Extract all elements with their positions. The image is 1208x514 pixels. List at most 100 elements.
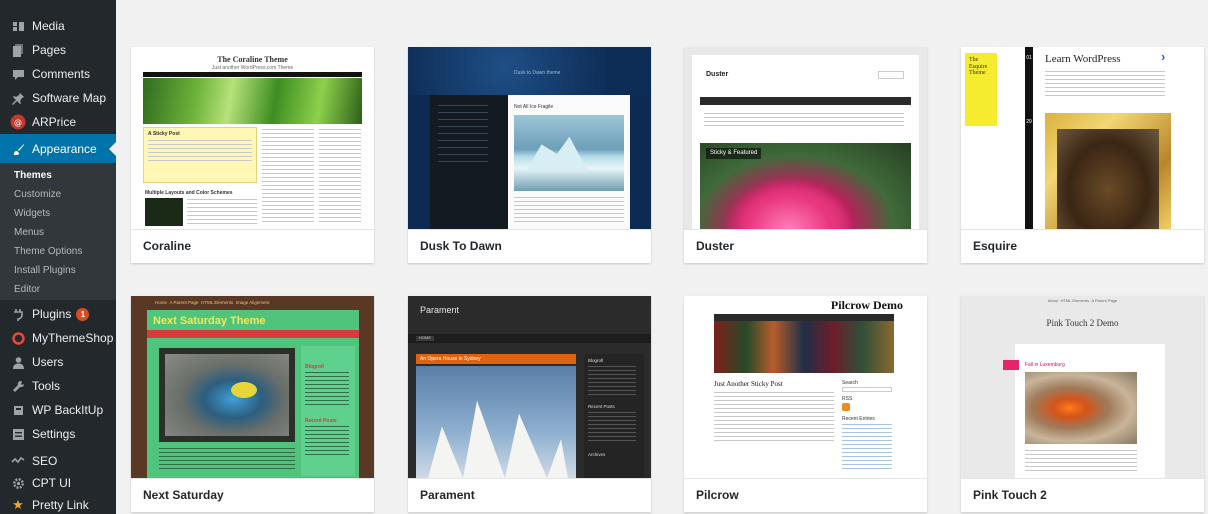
- theme-screenshot: About HTML Elements A Parent Page Pink T…: [961, 296, 1204, 478]
- theme-card-coraline[interactable]: The Coraline Theme Just another WordPres…: [131, 47, 374, 263]
- theme-screenshot: Duster Sticky & Featured: [684, 47, 927, 229]
- sidebar-item-plugins[interactable]: Plugins 1: [0, 302, 116, 326]
- sidebar-item-comments[interactable]: Comments: [0, 62, 116, 86]
- preview-widget1: Blogroll: [588, 358, 604, 363]
- sidebar-item-label: Pretty Link: [32, 498, 89, 512]
- wp-admin-screen: Media Pages Comments Software Map @ ARPr…: [0, 0, 1208, 514]
- sidebar-item-pages[interactable]: Pages: [0, 38, 116, 62]
- preview-title: Learn WordPress: [1045, 53, 1121, 65]
- admin-sidebar: Media Pages Comments Software Map @ ARPr…: [0, 0, 116, 514]
- sidebar-item-label: Plugins: [32, 307, 72, 321]
- theme-card-dusk-to-dawn[interactable]: Dusk to Dawn theme Not All Ice Fragile D…: [408, 47, 651, 263]
- theme-screenshot: Pilcrow Demo Just Another Sticky Post Se…: [684, 296, 927, 478]
- preview-title: Pink Touch 2 Demo: [1046, 318, 1119, 328]
- comments-icon: [10, 66, 26, 82]
- preview-post-title: Fall in Luxemburg: [1025, 362, 1065, 368]
- theme-name: Duster: [684, 229, 927, 263]
- preview-widget3: Recent Entries: [842, 416, 875, 422]
- theme-card-duster[interactable]: Duster Sticky & Featured Duster: [684, 47, 927, 263]
- submenu-install-plugins[interactable]: Install Plugins: [0, 261, 116, 280]
- preview-widget1: Search: [842, 380, 858, 386]
- submenu-customize[interactable]: Customize: [0, 185, 116, 204]
- gear-icon: [10, 475, 26, 491]
- update-count-badge: 1: [76, 307, 90, 321]
- preview-post-title: A Sticky Post: [148, 131, 180, 137]
- sidebar-item-label: Software Map: [32, 91, 107, 105]
- sidebar-item-label: MyThemeShop: [32, 331, 114, 345]
- sidebar-item-label: Media: [32, 19, 65, 33]
- theme-name: Parament: [408, 478, 651, 512]
- submenu-editor[interactable]: Editor: [0, 280, 116, 299]
- theme-card-pilcrow[interactable]: Pilcrow Demo Just Another Sticky Post Se…: [684, 296, 927, 512]
- sidebar-item-wp-backitup[interactable]: WP BackItUp: [0, 398, 116, 422]
- sidebar-item-label: Users: [32, 355, 64, 369]
- sidebar-item-label: WP BackItUp: [32, 403, 104, 417]
- sidebar-item-settings[interactable]: Settings: [0, 422, 116, 446]
- wrench-icon: [10, 378, 26, 394]
- preview-nav: Home A Parent Page HTML Elements Image A…: [155, 300, 270, 305]
- sidebar-item-label: CPT UI: [32, 476, 72, 490]
- sidebar-item-label: Comments: [32, 67, 91, 81]
- theme-name: Next Saturday: [131, 478, 374, 512]
- sidebar-item-label: Tools: [32, 379, 61, 393]
- theme-screenshot: The Coraline Theme Just another WordPres…: [131, 47, 374, 229]
- media-icon: [10, 18, 26, 34]
- theme-name: Dusk To Dawn: [408, 229, 651, 263]
- appearance-submenu: Themes Customize Widgets Menus Theme Opt…: [0, 163, 116, 300]
- sidebar-item-users[interactable]: Users: [0, 350, 116, 374]
- pin-icon: [10, 90, 26, 106]
- sidebar-item-mythemeshop[interactable]: MyThemeShop: [0, 326, 116, 350]
- submenu-themes[interactable]: Themes: [0, 166, 116, 185]
- sidebar-item-label: ARPrice: [32, 115, 77, 129]
- theme-screenshot: Dusk to Dawn theme Not All Ice Fragile: [408, 47, 651, 229]
- preview-date2: 29: [1026, 119, 1032, 125]
- sidebar-item-cpt-ui[interactable]: CPT UI: [0, 471, 116, 495]
- theme-name: Pink Touch 2: [961, 478, 1204, 512]
- seo-icon: [10, 453, 26, 469]
- sidebar-item-label: Appearance: [32, 142, 97, 156]
- sidebar-item-tools[interactable]: Tools: [0, 374, 116, 398]
- chevron-right-icon: ›: [1161, 49, 1166, 64]
- theme-card-next-saturday[interactable]: Home A Parent Page HTML Elements Image A…: [131, 296, 374, 512]
- preview-widget2: Recent Posts: [588, 404, 615, 409]
- preview-sidebar-heading: Blogroll: [305, 364, 324, 370]
- preview-tagline: Just another WordPress.com Theme: [211, 65, 294, 71]
- theme-name: Coraline: [131, 229, 374, 263]
- theme-card-esquire[interactable]: The Esquire Theme 01 29 Learn WordPress …: [961, 47, 1204, 263]
- sidebar-item-arprice[interactable]: @ ARPrice: [0, 110, 116, 134]
- arprice-icon: @: [10, 114, 26, 130]
- preview-widget3: Archives: [588, 452, 606, 457]
- theme-screenshot: The Esquire Theme 01 29 Learn WordPress …: [961, 47, 1204, 229]
- submenu-menus[interactable]: Menus: [0, 223, 116, 242]
- pages-icon: [10, 42, 26, 58]
- brush-icon: [10, 141, 26, 157]
- submenu-widgets[interactable]: Widgets: [0, 204, 116, 223]
- preview-site-title: Dusk to Dawn theme: [514, 70, 561, 76]
- sidebar-item-label: Settings: [32, 427, 76, 441]
- preview-nav-item: HOME: [416, 335, 434, 341]
- svg-text:@: @: [14, 118, 22, 127]
- preview-post-title: An Opera House in Sydney: [420, 356, 481, 362]
- preview-site-title: Duster: [706, 71, 729, 78]
- preview-date1: 01: [1026, 55, 1032, 61]
- theme-name: Esquire: [961, 229, 1204, 263]
- preview-site-title: Parament: [420, 305, 460, 315]
- preview-logo-text: The Esquire Theme: [969, 57, 988, 77]
- sidebar-item-seo[interactable]: SEO: [0, 449, 116, 473]
- preview-widget2: RSS: [842, 396, 853, 402]
- preview-nav: About HTML Elements A Parent Page: [1047, 298, 1118, 303]
- sidebar-item-software-map[interactable]: Software Map: [0, 86, 116, 110]
- sidebar-item-pretty-link[interactable]: ★ Pretty Link: [0, 493, 116, 514]
- sidebar-item-label: SEO: [32, 454, 58, 468]
- sidebar-item-media[interactable]: Media: [0, 14, 116, 38]
- theme-card-pink-touch-2[interactable]: About HTML Elements A Parent Page Pink T…: [961, 296, 1204, 512]
- preview-caption: Sticky & Featured: [706, 148, 762, 160]
- preview-post-title: Not All Ice Fragile: [514, 104, 554, 110]
- theme-name: Pilcrow: [684, 478, 927, 512]
- preview-sidebar-heading2: Recent Posts: [305, 418, 337, 424]
- preview-title: Next Saturday Theme: [153, 315, 266, 327]
- plug-icon: [10, 306, 26, 322]
- submenu-theme-options[interactable]: Theme Options: [0, 242, 116, 261]
- theme-card-parament[interactable]: Parament HOME An Opera House in Sydney B…: [408, 296, 651, 512]
- sidebar-item-appearance[interactable]: Appearance: [0, 134, 116, 164]
